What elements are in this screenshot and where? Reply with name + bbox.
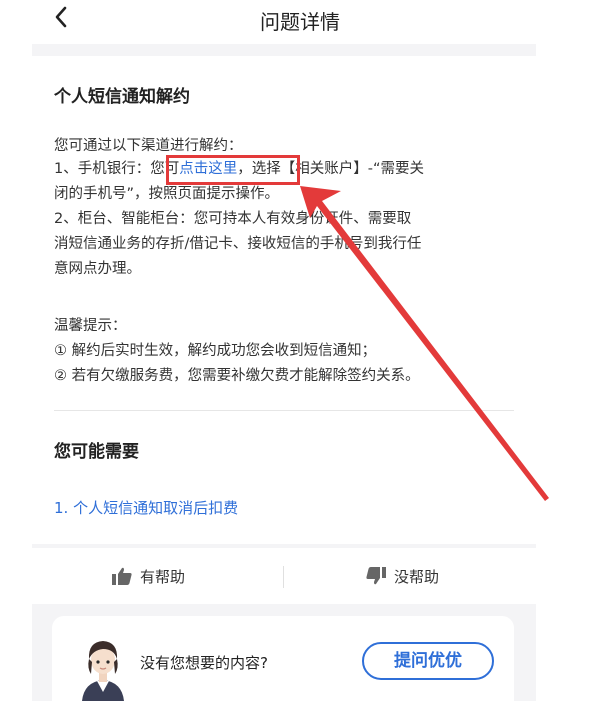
article-card: 个人短信通知解约 您可通过以下渠道进行解约： 1、手机银行：您可点击这里，选择【… [32,56,536,544]
unhelpful-button[interactable]: 没帮助 [366,548,439,604]
helpful-button[interactable]: 有帮助 [112,548,185,604]
thumbs-down-icon [366,567,386,585]
counter-line-3: 意网点办理。 [54,261,141,277]
section-divider [54,410,514,411]
mobile-banking-suffix: ，选择【相关账户】-“需要关 [237,161,424,177]
page-title: 问题详情 [260,10,340,34]
helpful-label: 有帮助 [140,567,186,586]
feedback-separator [283,566,284,588]
counter-line-1: 2、柜台、智能柜台：您可持本人有效身份证件、需要取 [54,211,412,227]
mobile-banking-prefix: 1、手机银行：您可 [54,161,180,177]
article-title: 个人短信通知解约 [54,87,190,107]
related-item-link[interactable]: 1. 个人短信通知取消后扣费 [54,497,238,518]
tips-title: 温馨提示： [54,318,127,334]
assistant-avatar [82,641,124,701]
tip-item-1: ① 解约后实时生效，解约成功您会收到短信通知； [54,343,377,359]
counter-line-2: 消短信通业务的存折/借记卡、接收短信的手机号到我行任 [54,236,422,252]
feedback-bar: 有帮助 没帮助 [32,548,536,604]
click-here-link[interactable]: 点击这里 [179,161,237,177]
tip-item-2: ② 若有欠缴服务费，您需要补缴欠费才能解除签约关系。 [54,368,420,384]
related-title: 您可能需要 [54,442,139,462]
ask-panel: 没有您想要的内容? 提问优优 [52,616,514,701]
ask-assistant-button[interactable]: 提问优优 [362,642,494,680]
mobile-banking-line-2: 闭的手机号”，按照页面提示操作。 [54,186,280,202]
ask-prompt: 没有您想要的内容? [140,654,268,672]
thumbs-up-icon [112,567,132,585]
unhelpful-label: 没帮助 [394,567,440,586]
top-navbar: 问题详情 [0,0,600,44]
intro-text: 您可通过以下渠道进行解约： [54,138,243,154]
mobile-banking-line: 1、手机银行：您可点击这里，选择【相关账户】-“需要关 [54,159,424,179]
